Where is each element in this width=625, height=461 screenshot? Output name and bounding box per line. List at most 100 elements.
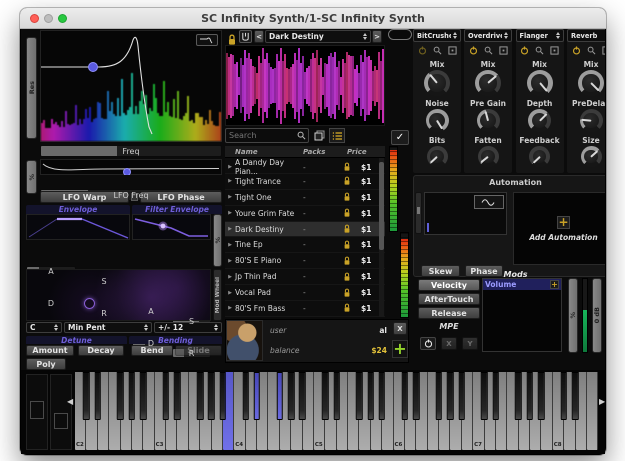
fx-knob-fatten[interactable] bbox=[478, 146, 499, 167]
expand-icon[interactable]: ▶ bbox=[225, 210, 235, 216]
confirm-button[interactable]: ✓ bbox=[391, 130, 409, 145]
search-input[interactable] bbox=[226, 131, 297, 140]
pitch-pad-left[interactable] bbox=[26, 374, 48, 450]
lfo-amount-slider[interactable]: % bbox=[26, 160, 37, 194]
black-key-A#7[interactable] bbox=[538, 372, 545, 420]
next-preset-button[interactable]: > bbox=[372, 30, 382, 43]
browse-packs-button[interactable] bbox=[312, 128, 327, 143]
prev-preset-button[interactable]: < bbox=[254, 30, 264, 43]
black-key-A#6[interactable] bbox=[458, 372, 465, 420]
fx-knob-mix[interactable] bbox=[475, 70, 501, 96]
black-key-A#4[interactable] bbox=[299, 372, 306, 420]
fx-zoom-button[interactable] bbox=[586, 45, 596, 55]
table-row[interactable]: ▶Jp Thin Pad-$1 bbox=[225, 269, 385, 285]
lfo-handle[interactable] bbox=[124, 169, 131, 176]
black-key-D#8[interactable] bbox=[572, 372, 579, 420]
black-key-C#7[interactable] bbox=[481, 372, 488, 420]
fx-knob-depth[interactable] bbox=[528, 109, 551, 132]
fx-focus-button[interactable] bbox=[498, 45, 508, 55]
resonance-slider[interactable]: Res bbox=[26, 37, 37, 139]
fx-select[interactable]: Reverb bbox=[567, 29, 605, 42]
mod-source-aftertouch[interactable]: AfterTouch bbox=[418, 293, 480, 305]
expand-icon[interactable]: ▶ bbox=[225, 290, 235, 296]
table-row[interactable]: ▶A Dandy Day Pian...-$1 bbox=[225, 158, 385, 174]
expand-icon[interactable]: ▶ bbox=[225, 178, 235, 184]
output-pill[interactable] bbox=[388, 29, 412, 40]
fx-select[interactable]: Flanger bbox=[516, 29, 564, 42]
black-key-D#7[interactable] bbox=[492, 372, 499, 420]
white-key-F8[interactable] bbox=[587, 372, 598, 450]
filter-env-amount-slider[interactable]: % bbox=[213, 214, 222, 267]
fx-knob-mix[interactable] bbox=[424, 70, 450, 96]
add-funds-button[interactable]: + bbox=[392, 340, 408, 358]
fx-focus-button[interactable] bbox=[447, 45, 457, 55]
black-key-F#4[interactable] bbox=[276, 372, 283, 420]
mod-wheel-slider[interactable]: Mod Wheel bbox=[213, 269, 222, 321]
preset-list-button[interactable] bbox=[329, 128, 345, 143]
mod-source-velocity[interactable]: Velocity bbox=[418, 279, 480, 291]
mpe-y-button[interactable]: Y bbox=[462, 337, 478, 350]
lfo-phase-button[interactable]: LFO Phase bbox=[140, 191, 222, 203]
fx-knob-noise[interactable] bbox=[426, 109, 449, 132]
black-key-G#5[interactable] bbox=[367, 372, 374, 420]
expand-icon[interactable]: ▶ bbox=[225, 242, 235, 248]
fx-zoom-button[interactable] bbox=[535, 45, 545, 55]
pitch-pad-right[interactable] bbox=[50, 374, 72, 450]
table-row[interactable]: ▶Youre Grim Fate-$1 bbox=[225, 206, 385, 222]
filter-display[interactable] bbox=[40, 30, 222, 142]
mpe-x-button[interactable]: X bbox=[441, 337, 457, 350]
expand-icon[interactable]: ▶ bbox=[225, 258, 235, 264]
fx-knob-feedback[interactable] bbox=[529, 146, 550, 167]
fx-power-button[interactable] bbox=[468, 45, 478, 55]
lfo-shape-button[interactable] bbox=[474, 195, 504, 209]
keyboard-scroll-left-arrow[interactable]: ◀ bbox=[67, 397, 73, 406]
mod-amount-slider[interactable]: % bbox=[568, 278, 578, 353]
black-key-F#3[interactable] bbox=[197, 372, 204, 420]
expand-icon[interactable]: ▶ bbox=[225, 274, 235, 280]
black-key-A#2[interactable] bbox=[140, 372, 147, 420]
fx-power-button[interactable] bbox=[520, 45, 530, 55]
table-row[interactable]: ▶Dark Destiny-$1 bbox=[225, 222, 385, 238]
filter-envelope-display[interactable] bbox=[132, 214, 211, 240]
black-key-G#3[interactable] bbox=[208, 372, 215, 420]
black-key-G#7[interactable] bbox=[527, 372, 534, 420]
fx-knob-mix[interactable] bbox=[527, 70, 553, 96]
fx-zoom-button[interactable] bbox=[432, 45, 442, 55]
table-scrollbar[interactable] bbox=[379, 158, 384, 317]
fx-knob-predelay[interactable] bbox=[580, 109, 603, 132]
filter-type-button[interactable] bbox=[196, 34, 218, 46]
black-key-A#5[interactable] bbox=[379, 372, 386, 420]
black-key-G#6[interactable] bbox=[447, 372, 454, 420]
slide-button[interactable]: Slide bbox=[175, 345, 222, 356]
xy-pad-handle[interactable] bbox=[84, 298, 95, 309]
fx-focus-button[interactable] bbox=[550, 45, 560, 55]
xy-pad[interactable] bbox=[26, 269, 211, 321]
save-preset-button[interactable] bbox=[239, 30, 252, 43]
fx-focus-button[interactable] bbox=[601, 45, 605, 55]
user-avatar[interactable] bbox=[226, 320, 263, 361]
piano-keyboard[interactable]: C2C3C4C5C6C7C8 bbox=[75, 372, 598, 450]
scrollbar-thumb[interactable] bbox=[379, 162, 384, 250]
filter-freq-slider[interactable]: Freq bbox=[40, 145, 222, 157]
black-key-D#6[interactable] bbox=[413, 372, 420, 420]
black-key-D#3[interactable] bbox=[174, 372, 181, 420]
black-key-C#4[interactable] bbox=[242, 372, 249, 420]
black-key-F#5[interactable] bbox=[356, 372, 363, 420]
preset-select[interactable]: Dark Destiny bbox=[265, 30, 371, 43]
table-row[interactable]: ▶Tight One-$1 bbox=[225, 190, 385, 206]
black-key-F#2[interactable] bbox=[117, 372, 124, 420]
black-key-A#3[interactable] bbox=[220, 372, 227, 420]
titlebar[interactable]: SC Infinity Synth/1-SC Infinity Synth bbox=[20, 8, 606, 29]
table-row[interactable]: ▶80'S Fm Bass-$1 bbox=[225, 301, 385, 317]
automation-mini-slider[interactable] bbox=[415, 192, 422, 234]
expand-icon[interactable]: ▶ bbox=[225, 194, 235, 200]
table-row[interactable]: ▶80'S E Piano-$1 bbox=[225, 253, 385, 269]
black-key-D#5[interactable] bbox=[333, 372, 340, 420]
add-mod-button[interactable]: + bbox=[550, 280, 559, 289]
black-key-F#6[interactable] bbox=[436, 372, 443, 420]
black-key-C#5[interactable] bbox=[322, 372, 329, 420]
black-key-G#2[interactable] bbox=[129, 372, 136, 420]
black-key-G#4[interactable] bbox=[288, 372, 295, 420]
logout-button[interactable]: X bbox=[393, 322, 407, 335]
detune-decay-button[interactable]: Decay bbox=[78, 345, 124, 356]
